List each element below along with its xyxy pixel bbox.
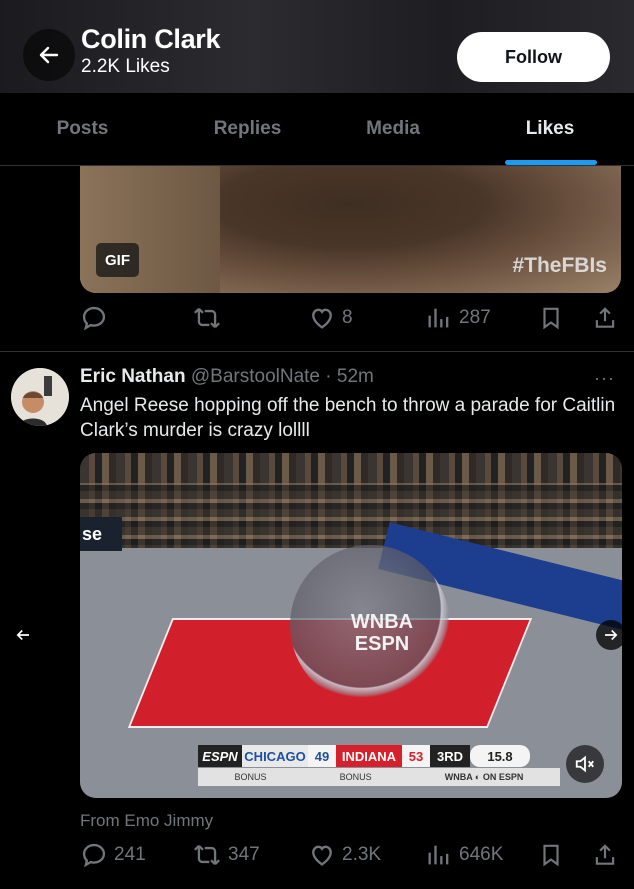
tab-replies[interactable]: Replies: [165, 93, 330, 165]
prev-media-button[interactable]: [8, 620, 38, 650]
share-icon: [595, 307, 615, 328]
score-team1-points: 49: [308, 745, 336, 767]
score-bonus-2: BONUS: [339, 772, 372, 782]
score-league: WNBA ◐ ON ESPN: [444, 772, 524, 782]
like-icon: [312, 308, 332, 329]
like-count: 8: [342, 307, 353, 328]
tweet-text: Angel Reese hopping off the bench to thr…: [80, 395, 616, 441]
next-arrow-icon: [605, 629, 618, 641]
repost-attribution[interactable]: From Emo Jimmy: [80, 811, 213, 831]
reply-icon: [82, 306, 106, 331]
like-count-2: 2.3K: [342, 844, 382, 865]
score-bonus-1: BONUS: [234, 772, 267, 782]
share-button-2[interactable]: [592, 841, 618, 869]
score-clock: 15.8: [470, 745, 530, 767]
back-arrow-icon: [39, 46, 59, 64]
tweet-time[interactable]: 52m: [337, 366, 374, 387]
avatar[interactable]: [11, 368, 69, 426]
tab-likes[interactable]: Likes: [474, 93, 626, 165]
author-name[interactable]: Eric Nathan: [80, 366, 186, 387]
views-icon: [428, 308, 449, 328]
reply-button-2[interactable]: 241: [80, 841, 146, 869]
video-overlay-text: se: [80, 517, 122, 551]
share-icon: [595, 844, 615, 865]
repost-icon: [194, 307, 220, 329]
follow-button[interactable]: Follow: [457, 32, 610, 82]
profile-header: Colin Clark 2.2K Likes Follow: [0, 0, 634, 93]
tab-posts[interactable]: Posts: [0, 93, 165, 165]
view-count-2: 646K: [459, 844, 504, 865]
tweet-header: Eric Nathan @BarstoolNate · 52m: [80, 366, 374, 388]
views-icon: [428, 845, 449, 865]
profile-tabs: Posts Replies Media Likes: [0, 93, 634, 166]
score-team2-points: 53: [402, 745, 430, 767]
gif-badge: GIF: [96, 243, 139, 277]
wnba-espn-logo-text: WNBA ESPN: [342, 611, 422, 655]
repost-count: 347: [228, 844, 260, 865]
tweet-video[interactable]: se WNBA ESPN ESPN CHICAGO 49 INDIANA 53 …: [80, 453, 622, 798]
more-icon[interactable]: ···: [594, 368, 615, 389]
tweet-actions-2: 241 347 2.3K 646K: [80, 840, 620, 870]
next-media-button[interactable]: [596, 620, 626, 650]
share-button[interactable]: [592, 304, 618, 332]
tab-media[interactable]: Media: [312, 93, 474, 165]
profile-name: Colin Clark: [81, 24, 221, 54]
likes-count: 2.2K Likes: [81, 56, 170, 77]
reply-count: 241: [114, 844, 146, 865]
score-network: ESPN: [198, 745, 242, 767]
views-button-2[interactable]: 646K: [425, 841, 503, 869]
mute-button[interactable]: [566, 745, 604, 783]
score-team1: CHICAGO: [242, 745, 308, 767]
mute-icon: [575, 755, 594, 773]
score-period: 3RD: [430, 745, 470, 767]
repost-button-2[interactable]: 347: [192, 841, 260, 869]
logo-line-2: ESPN: [354, 633, 410, 655]
reply-icon: [82, 843, 106, 868]
like-button[interactable]: 8: [308, 304, 353, 332]
score-team2: INDIANA: [336, 745, 402, 767]
tweet-actions: 8 287: [80, 303, 620, 333]
bookmark-icon: [543, 307, 559, 330]
view-count: 287: [459, 307, 491, 328]
bookmark-button-2[interactable]: [538, 841, 564, 869]
like-button-2[interactable]: 2.3K: [308, 841, 381, 869]
scoreboard: ESPN CHICAGO 49 INDIANA 53 3RD 15.8 BONU…: [198, 745, 560, 791]
bookmark-icon: [543, 844, 559, 867]
tweet-gif-media[interactable]: GIF #TheFBIs: [80, 166, 621, 293]
reply-button[interactable]: [80, 304, 108, 332]
views-button[interactable]: 287: [425, 304, 491, 332]
active-tab-indicator: [505, 160, 597, 165]
prev-arrow-icon: [16, 629, 29, 641]
bookmark-button[interactable]: [538, 304, 564, 332]
repost-button[interactable]: [192, 304, 222, 332]
like-icon: [312, 845, 332, 866]
repost-icon: [194, 844, 220, 866]
author-handle[interactable]: @BarstoolNate: [191, 366, 320, 387]
gif-caption: #TheFBIs: [512, 254, 607, 277]
tweet-divider: [0, 351, 634, 352]
back-button[interactable]: [23, 29, 75, 81]
time-separator: ·: [320, 366, 337, 387]
logo-line-1: WNBA: [350, 611, 414, 633]
avatar-photo: [11, 368, 69, 426]
